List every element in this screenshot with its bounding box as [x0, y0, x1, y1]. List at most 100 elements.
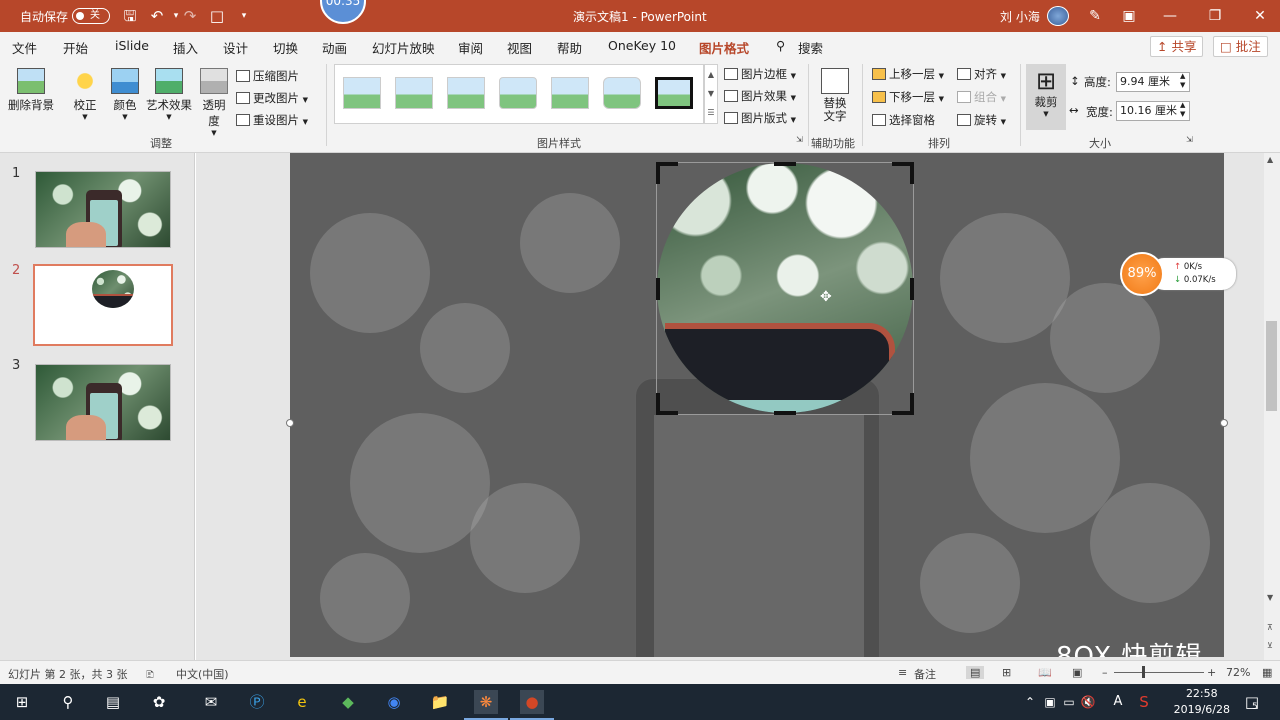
sogou-ime-icon[interactable]: S	[1132, 690, 1156, 714]
fit-slide-icon[interactable]: ▦	[1262, 666, 1272, 679]
tab-file[interactable]: 文件	[12, 38, 37, 57]
remove-background-button[interactable]: 删除背景	[6, 68, 56, 113]
pen-icon[interactable]: ✎	[1085, 8, 1105, 24]
height-spinner[interactable]: ▲ ▼	[1180, 72, 1185, 90]
minimize-icon[interactable]: —	[1160, 8, 1180, 24]
picture-border-button[interactable]: 图片边框 ▼	[724, 66, 796, 82]
slide-thumbnail-1[interactable]	[35, 171, 171, 248]
spellcheck-icon[interactable]: 🗈	[146, 666, 154, 685]
windows-start-icon[interactable]: ⊞	[10, 690, 34, 714]
powerpoint-icon[interactable]: ●	[510, 690, 554, 720]
present-icon[interactable]: □	[208, 7, 226, 25]
tab-transitions[interactable]: 切换	[273, 38, 298, 57]
avatar[interactable]	[1047, 6, 1069, 26]
vertical-scrollbar[interactable]: ▲ ▼ ⊼ ⊻	[1264, 153, 1280, 660]
crop-button[interactable]: ⊞ 裁剪 ▼	[1026, 64, 1066, 130]
artistic-effects-button[interactable]: 艺术效果 ▼	[144, 68, 194, 121]
picture-style-2[interactable]	[395, 77, 433, 109]
network-speed-widget[interactable]: 89% ↑ 0K/s ↓ 0.07K/s	[1120, 252, 1238, 296]
share-button[interactable]: ↥ 共享	[1150, 36, 1204, 57]
comments-button[interactable]: □ 批注	[1213, 36, 1268, 57]
autosave-toggle[interactable]: 关	[72, 8, 110, 24]
ime-indicator[interactable]: A	[1106, 690, 1130, 714]
tab-islide[interactable]: iSlide	[115, 38, 149, 53]
selection-pane-button[interactable]: 选择窗格	[872, 112, 935, 128]
chevron-down-icon[interactable]: ▼	[705, 84, 717, 103]
screen-recorder-icon[interactable]: ❋	[464, 690, 508, 720]
more-icon[interactable]: ☰	[705, 103, 717, 122]
system-clock[interactable]: 22:58 2019/6/28	[1174, 686, 1230, 718]
pinwheel-app-icon[interactable]: ✿	[147, 690, 171, 714]
slide-thumbnail-2[interactable]	[33, 264, 173, 346]
k-app-icon[interactable]: Ⓟ	[245, 690, 269, 714]
reading-view-icon[interactable]: 📖	[1038, 666, 1052, 679]
notes-icon[interactable]: ≡	[898, 666, 907, 679]
picture-style-7[interactable]	[655, 77, 693, 109]
close-icon[interactable]: ✕	[1250, 8, 1270, 24]
alt-text-button[interactable]: 替换文字	[816, 68, 854, 123]
chevron-up-icon[interactable]: ▲	[1267, 155, 1273, 164]
undo-icon[interactable]: ↶	[148, 7, 166, 25]
transparency-button[interactable]: 透明度 ▼	[199, 68, 229, 137]
browser-e-icon[interactable]: e	[290, 690, 314, 714]
crop-handle-bottom[interactable]	[774, 411, 796, 415]
slide-thumbnail-3[interactable]	[35, 364, 171, 441]
group-button[interactable]: 组合 ▼	[957, 89, 1006, 105]
crop-handle-left[interactable]	[656, 278, 660, 300]
resize-handle-right[interactable]	[1220, 419, 1228, 427]
task-view-icon[interactable]: ▤	[101, 690, 125, 714]
bring-forward-button[interactable]: 上移一层 ▼	[872, 66, 944, 82]
redo-icon[interactable]: ↷	[181, 7, 199, 25]
search-icon[interactable]: ⚲	[56, 690, 80, 714]
crop-handle-bottom-left[interactable]	[656, 393, 678, 415]
tab-help[interactable]: 帮助	[557, 38, 582, 57]
send-backward-button[interactable]: 下移一层 ▼	[872, 89, 944, 105]
zoom-slider[interactable]	[1114, 672, 1204, 673]
chevron-up-icon[interactable]: ▲	[705, 65, 717, 84]
chevron-down-icon[interactable]: ▼	[1267, 593, 1273, 602]
picture-layout-button[interactable]: 图片版式 ▼	[724, 110, 796, 126]
picture-style-5[interactable]	[551, 77, 589, 109]
reset-picture-button[interactable]: 重设图片 ▼	[236, 112, 308, 128]
tab-slideshow[interactable]: 幻灯片放映	[372, 38, 435, 57]
corrections-button[interactable]: 校正 ▼	[70, 68, 100, 121]
next-slide-icon[interactable]: ⊻	[1267, 641, 1273, 650]
width-spinner[interactable]: ▲ ▼	[1180, 101, 1185, 119]
maximize-icon[interactable]: ❐	[1205, 8, 1225, 24]
slideshow-icon[interactable]: ▣	[1072, 666, 1082, 679]
crop-handle-right[interactable]	[910, 278, 914, 300]
picture-style-4[interactable]	[499, 77, 537, 109]
resize-handle-left[interactable]	[286, 419, 294, 427]
color-button[interactable]: 颜色 ▼	[110, 68, 140, 121]
crop-handle-top-left[interactable]	[656, 162, 678, 184]
previous-slide-icon[interactable]: ⊼	[1267, 623, 1273, 632]
language-indicator[interactable]: 中文(中国)	[176, 666, 229, 682]
tab-view[interactable]: 视图	[507, 38, 532, 57]
align-button[interactable]: 对齐 ▼	[957, 66, 1006, 82]
tab-design[interactable]: 设计	[223, 38, 248, 57]
search-label[interactable]: 搜索	[798, 38, 823, 57]
user-name[interactable]: 刘 小海	[1000, 8, 1040, 25]
diamond-app-icon[interactable]: ◆	[336, 690, 360, 714]
chrome-icon[interactable]: ◉	[382, 690, 406, 714]
crop-handle-top[interactable]	[774, 162, 796, 166]
dialog-launcher-icon[interactable]: ⇲	[796, 135, 803, 144]
save-icon[interactable]: 🖫	[121, 7, 139, 25]
picture-style-6[interactable]	[603, 77, 641, 109]
slide-sorter-icon[interactable]: ⊞	[1002, 666, 1011, 679]
picture-style-3[interactable]	[447, 77, 485, 109]
change-picture-button[interactable]: 更改图片 ▼	[236, 90, 308, 106]
zoom-in-icon[interactable]: +	[1207, 666, 1216, 679]
volume-muted-icon[interactable]: 🔇	[1076, 690, 1100, 714]
memory-usage-badge[interactable]: 89%	[1120, 252, 1164, 296]
picture-effects-button[interactable]: 图片效果 ▼	[724, 88, 796, 104]
file-explorer-icon[interactable]: 📁	[428, 690, 452, 714]
tab-animations[interactable]: 动画	[322, 38, 347, 57]
ribbon-display-icon[interactable]: ▣	[1119, 8, 1139, 24]
tab-home[interactable]: 开始	[63, 38, 88, 57]
crop-handle-top-right[interactable]	[892, 162, 914, 184]
zoom-out-icon[interactable]: –	[1102, 666, 1108, 679]
rotate-button[interactable]: 旋转 ▼	[957, 112, 1006, 128]
compress-pictures-button[interactable]: 压缩图片	[236, 68, 299, 84]
tab-insert[interactable]: 插入	[173, 38, 198, 57]
